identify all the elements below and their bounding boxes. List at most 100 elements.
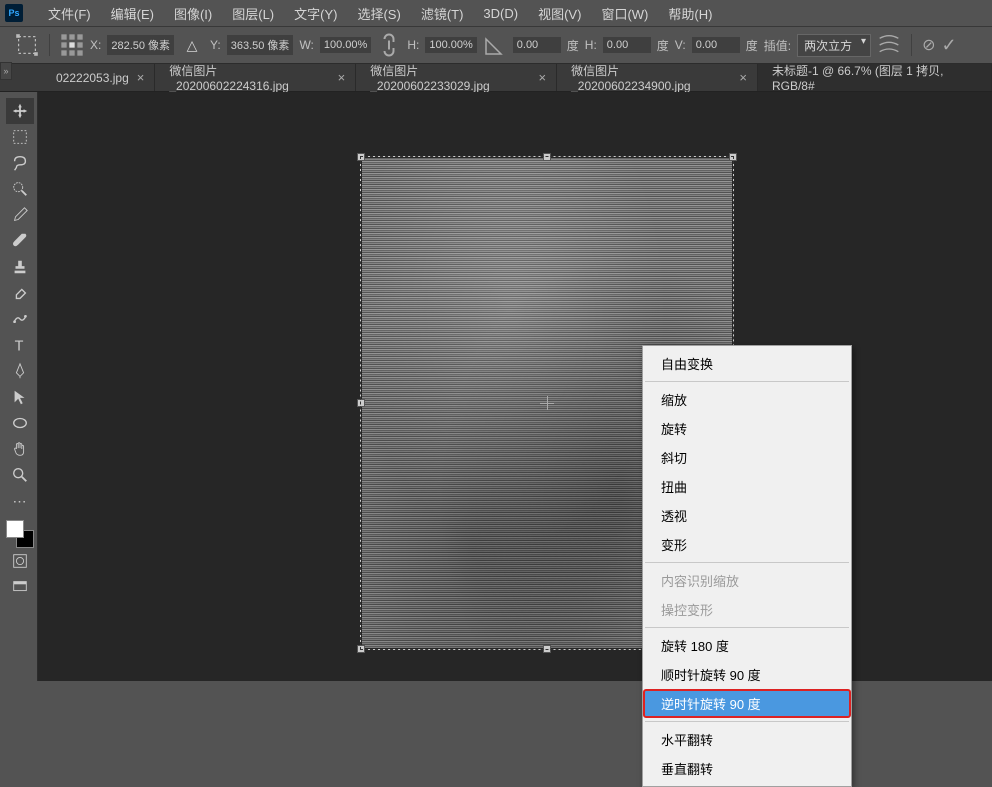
app-logo: Ps (5, 4, 23, 22)
hskew-input[interactable]: 0.00 (603, 37, 651, 53)
menu-filter[interactable]: 滤镜(T) (411, 4, 474, 23)
interp-dropdown[interactable]: 两次立方 (797, 34, 871, 57)
reference-point-icon[interactable] (60, 33, 84, 57)
tab-label: 02222053.jpg (56, 71, 129, 85)
ctx-rotate[interactable]: 旋转 (643, 414, 851, 443)
link-wh-icon[interactable] (377, 33, 401, 57)
menu-edit[interactable]: 编辑(E) (101, 4, 164, 23)
zoom-tool-icon[interactable] (6, 462, 34, 488)
expand-panel-toggle[interactable]: » (0, 62, 12, 80)
screen-mode-icon[interactable] (6, 574, 34, 600)
warp-mode-icon[interactable] (877, 33, 901, 57)
menu-type[interactable]: 文字(Y) (284, 4, 347, 23)
hskew-unit: 度 (657, 37, 669, 54)
tab-label: 微信图片_20200602233029.jpg (370, 62, 530, 93)
menu-view[interactable]: 视图(V) (528, 4, 591, 23)
ctx-scale[interactable]: 缩放 (643, 385, 851, 414)
transform-handle[interactable] (357, 153, 365, 161)
ctx-rotate-90-cw[interactable]: 顺时针旋转 90 度 (643, 660, 851, 689)
menu-image[interactable]: 图像(I) (164, 4, 222, 23)
eyedropper-tool-icon[interactable] (6, 202, 34, 228)
document-tabbar: 02222053.jpg × 微信图片_20200602224316.jpg × 微… (0, 64, 992, 92)
vskew-input[interactable]: 0.00 (692, 37, 740, 53)
svg-text:T: T (14, 338, 23, 354)
quick-select-tool-icon[interactable] (6, 176, 34, 202)
doc-tab-0[interactable]: 02222053.jpg × (42, 64, 155, 91)
divider (49, 34, 50, 56)
menu-window[interactable]: 窗口(W) (591, 4, 658, 23)
doc-tab-4[interactable]: 未标题-1 @ 66.7% (图层 1 拷贝, RGB/8# (758, 64, 992, 91)
quick-mask-icon[interactable] (6, 548, 34, 574)
ctx-skew[interactable]: 斜切 (643, 443, 851, 472)
stamp-tool-icon[interactable] (6, 254, 34, 280)
w-input[interactable]: 100.00% (320, 37, 371, 53)
hand-tool-icon[interactable] (6, 436, 34, 462)
ctx-flip-vertical[interactable]: 垂直翻转 (643, 754, 851, 783)
menu-3d[interactable]: 3D(D) (473, 6, 528, 21)
shape-tool-icon[interactable] (6, 410, 34, 436)
h-label: H: (407, 38, 419, 52)
doc-tab-2[interactable]: 微信图片_20200602233029.jpg × (356, 64, 557, 91)
ctx-perspective[interactable]: 透视 (643, 501, 851, 530)
close-icon[interactable]: × (739, 70, 747, 85)
lasso-tool-icon[interactable] (6, 150, 34, 176)
vskew-label: V: (675, 38, 686, 52)
menu-layer[interactable]: 图层(L) (222, 4, 284, 23)
eraser-tool-icon[interactable] (6, 280, 34, 306)
swap-xy-icon[interactable]: △ (180, 33, 204, 57)
type-tool-icon[interactable]: T (6, 332, 34, 358)
angle-icon (483, 33, 507, 57)
transform-handle[interactable] (543, 153, 551, 161)
transform-handle[interactable] (729, 153, 737, 161)
tab-label: 微信图片_20200602224316.jpg (169, 62, 329, 93)
transform-center-icon[interactable] (540, 396, 554, 410)
pen-tool-icon[interactable] (6, 358, 34, 384)
close-icon[interactable]: × (137, 70, 145, 85)
commit-transform-icon[interactable]: ✓ (941, 35, 956, 56)
edit-toolbar-icon[interactable]: ⋯ (6, 488, 34, 514)
transform-context-menu: 自由变换 缩放 旋转 斜切 扭曲 透视 变形 内容识别缩放 操控变形 旋转 18… (642, 345, 852, 787)
toolbox: T ⋯ (0, 92, 38, 681)
y-input[interactable]: 363.50 像素 (227, 35, 294, 55)
separator (645, 562, 849, 563)
ctx-puppet-warp: 操控变形 (643, 595, 851, 624)
vskew-unit: 度 (746, 37, 758, 54)
ctx-warp[interactable]: 变形 (643, 530, 851, 559)
ctx-content-aware-scale: 内容识别缩放 (643, 566, 851, 595)
transform-handle[interactable] (357, 645, 365, 653)
transform-handle[interactable] (543, 645, 551, 653)
y-label: Y: (210, 38, 221, 52)
menu-select[interactable]: 选择(S) (347, 4, 410, 23)
transform-handle[interactable] (357, 399, 365, 407)
ctx-rotate-180[interactable]: 旋转 180 度 (643, 631, 851, 660)
move-tool-icon[interactable] (6, 98, 34, 124)
menubar: Ps 文件(F) 编辑(E) 图像(I) 图层(L) 文字(Y) 选择(S) 滤… (0, 0, 992, 27)
ctx-free-transform[interactable]: 自由变换 (643, 349, 851, 378)
close-icon[interactable]: × (338, 70, 346, 85)
ctx-rotate-90-ccw[interactable]: 逆时针旋转 90 度 (643, 689, 851, 718)
color-swatches[interactable] (6, 520, 34, 548)
menu-help[interactable]: 帮助(H) (658, 4, 722, 23)
brush-tool-icon[interactable] (6, 228, 34, 254)
menu-file[interactable]: 文件(F) (38, 4, 101, 23)
h-input[interactable]: 100.00% (425, 37, 476, 53)
x-label: X: (90, 38, 101, 52)
cancel-transform-icon[interactable]: ⊘ (922, 35, 935, 55)
angle-unit: 度 (567, 37, 579, 54)
foreground-swatch[interactable] (6, 520, 24, 538)
path-select-tool-icon[interactable] (6, 384, 34, 410)
w-label: W: (299, 38, 313, 52)
separator (645, 721, 849, 722)
doc-tab-3[interactable]: 微信图片_20200602234900.jpg× (557, 64, 758, 91)
close-icon[interactable]: × (539, 70, 547, 85)
x-input[interactable]: 282.50 像素 (107, 35, 174, 55)
transform-tool-icon[interactable] (15, 33, 39, 57)
hskew-label: H: (585, 38, 597, 52)
angle-input[interactable]: 0.00 (513, 37, 561, 53)
marquee-tool-icon[interactable] (6, 124, 34, 150)
ctx-flip-horizontal[interactable]: 水平翻转 (643, 725, 851, 754)
ctx-distort[interactable]: 扭曲 (643, 472, 851, 501)
tab-label: 未标题-1 @ 66.7% (图层 1 拷贝, RGB/8# (772, 62, 981, 93)
doc-tab-1[interactable]: 微信图片_20200602224316.jpg × (155, 64, 356, 91)
gradient-tool-icon[interactable] (6, 306, 34, 332)
